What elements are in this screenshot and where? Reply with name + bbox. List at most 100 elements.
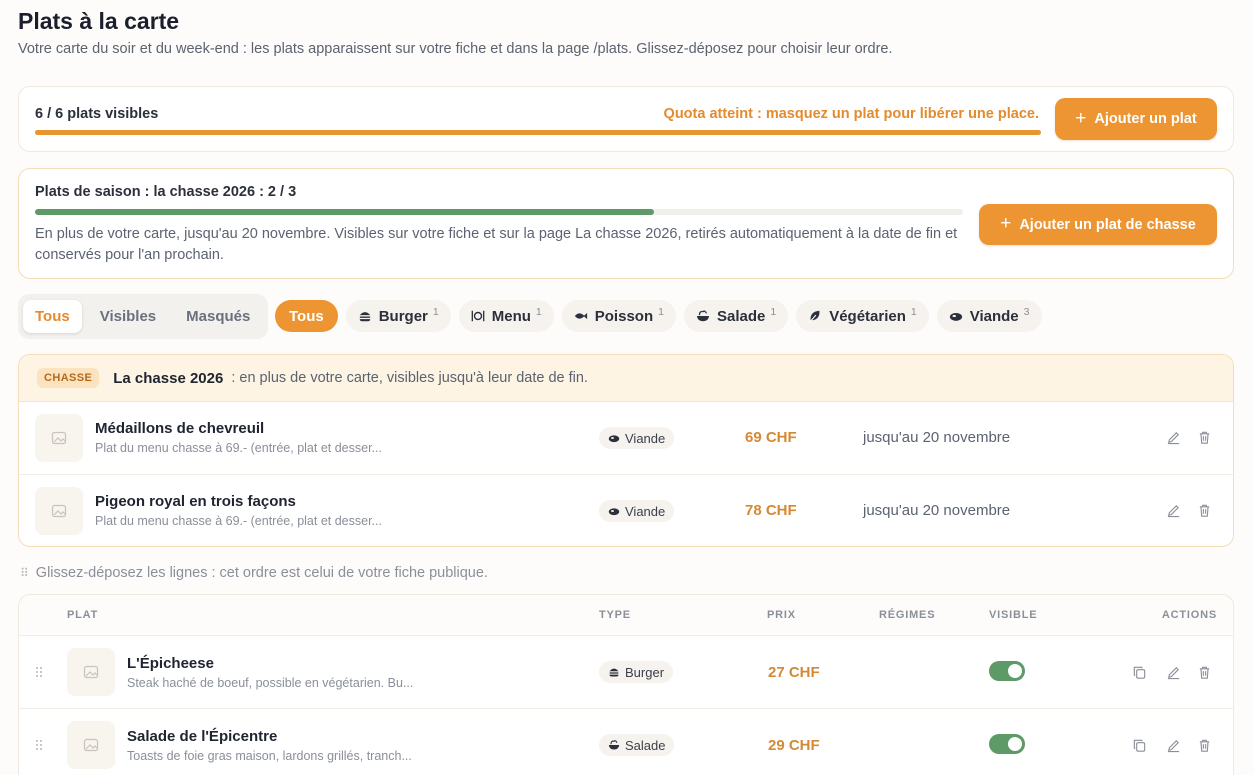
visible-toggle[interactable] [989,661,1025,681]
plate-cutlery-icon [471,310,485,322]
dish-type-pill: Salade [599,734,675,756]
drag-handle-icon: ⠿ [20,566,29,580]
dish-price: 27 CHF [768,664,820,681]
chip-label: Tous [289,307,324,325]
dish-thumbnail [67,721,115,769]
season-title: Plats de saison : la chasse 2026 : 2 / 3 [35,184,297,200]
category-chip-menu[interactable]: Menu 1 [458,300,554,332]
visibility-filter-all[interactable]: Tous [23,300,82,333]
column-header-type: TYPE [599,609,631,621]
dish-type: Burger [625,664,665,680]
dish-price: 29 CHF [768,737,820,754]
chip-count: 1 [770,306,777,318]
chip-label: Viande [969,307,1019,325]
hunt-section-name: La chasse 2026 [113,369,224,387]
salad-icon [608,740,620,750]
chip-count: 1 [432,306,439,318]
duplicate-icon[interactable] [1131,664,1147,680]
dish-end-date: jusqu'au 20 novembre [863,502,1011,519]
hunt-section-header: CHASSE La chasse 2026 : en plus de votre… [19,355,1233,402]
category-chip-all[interactable]: Tous [275,300,338,332]
quota-progress-fill [35,130,1041,135]
quota-warning: Quota atteint : masquez un plat pour lib… [663,106,1039,122]
drag-hint: ⠿ Glissez-déposez les lignes : cet ordre… [20,565,488,581]
image-placeholder-icon [51,504,67,518]
image-placeholder-icon [83,665,99,679]
category-chip-salade[interactable]: Salade 1 [683,300,789,332]
dish-name: L'Épicheese [127,655,214,672]
image-placeholder-icon [51,431,67,445]
edit-icon[interactable] [1165,502,1181,518]
burger-icon [359,312,370,322]
burger-icon [609,668,619,677]
chip-label: Poisson [594,307,654,325]
quota-progress-bar [35,130,1041,135]
column-header-regimes: RÉGIMES [879,609,936,621]
meat-icon [608,508,620,516]
chip-count: 1 [658,306,664,318]
edit-icon[interactable] [1165,429,1181,445]
plus-icon: + [1075,107,1087,129]
visibility-filter-hidden[interactable]: Masqués [174,300,262,333]
season-description: En plus de votre carte, jusqu'au 20 nove… [35,226,958,263]
table-row[interactable]: Salade de l'Épicentre Toasts de foie gra… [19,709,1233,775]
hunt-dish-row: Pigeon royal en trois façons Plat du men… [19,475,1233,546]
hunt-section: CHASSE La chasse 2026 : en plus de votre… [18,354,1234,547]
dish-type-pill: Viande [599,500,675,522]
dish-name: Salade de l'Épicentre [127,728,278,745]
edit-icon[interactable] [1165,737,1181,753]
dish-thumbnail [67,648,115,696]
category-chip-burger[interactable]: Burger 1 [345,300,451,332]
dish-description: Plat du menu chasse à 69.- (entrée, plat… [95,514,382,528]
page-subtitle: Votre carte du soir et du week-end : les… [18,41,893,57]
category-chip-poisson[interactable]: Poisson 1 [561,300,676,332]
add-hunt-dish-button[interactable]: + Ajouter un plat de chasse [979,204,1217,245]
drag-handle-icon[interactable] [35,739,43,751]
column-header-plat: PLAT [67,609,99,621]
add-dish-button[interactable]: + Ajouter un plat [1055,98,1217,140]
visible-toggle[interactable] [989,734,1025,754]
dish-type: Viande [625,503,666,519]
category-chip-vegetarien[interactable]: Végétarien 1 [796,300,929,332]
meat-icon [608,435,620,443]
meat-icon [949,312,962,321]
quota-count: 6 / 6 plats visibles [35,106,159,122]
visibility-filter-visible[interactable]: Visibles [88,300,168,333]
dish-thumbnail [35,414,83,462]
quota-card: 6 / 6 plats visibles Quota atteint : mas… [18,86,1234,152]
chip-label: Burger [378,307,428,325]
leaf-icon [809,310,820,323]
edit-icon[interactable] [1165,664,1181,680]
salad-icon [696,310,710,322]
column-header-visible: VISIBLE [989,609,1038,621]
chip-count: 1 [910,306,917,318]
page-title: Plats à la carte [18,8,180,34]
dish-name: Pigeon royal en trois façons [95,493,296,510]
column-header-actions: ACTIONS [1161,609,1217,621]
dish-price: 69 CHF [745,429,797,446]
drag-handle-icon[interactable] [35,666,43,678]
dish-type-pill: Burger [599,661,674,683]
dish-type: Salade [625,737,666,753]
category-chip-viande[interactable]: Viande 3 [936,300,1042,332]
add-hunt-dish-button-label: Ajouter un plat de chasse [1019,216,1196,233]
trash-icon[interactable] [1196,737,1212,753]
category-filter: Tous Burger 1 Menu 1 Poisson 1 Salade 1 … [275,300,1042,332]
trash-icon[interactable] [1196,664,1212,680]
hunt-section-note: : en plus de votre carte, visibles jusqu… [231,370,588,386]
trash-icon[interactable] [1196,502,1212,518]
dish-description: Steak haché de boeuf, possible en végéta… [127,676,414,690]
season-progress-fill [35,209,654,215]
add-dish-button-label: Ajouter un plat [1094,111,1197,127]
duplicate-icon[interactable] [1131,737,1147,753]
season-card: Plats de saison : la chasse 2026 : 2 / 3… [18,168,1234,279]
column-header-prix: PRIX [767,609,796,621]
trash-icon[interactable] [1196,429,1212,445]
season-progress-bar [35,209,963,215]
dishes-table: PLAT TYPE PRIX RÉGIMES VISIBLE ACTIONS L… [18,594,1234,775]
drag-hint-text: Glissez-déposez les lignes : cet ordre e… [35,565,488,581]
table-row[interactable]: L'Épicheese Steak haché de boeuf, possib… [19,636,1233,709]
table-header: PLAT TYPE PRIX RÉGIMES VISIBLE ACTIONS [19,595,1233,636]
dish-description: Plat du menu chasse à 69.- (entrée, plat… [95,441,382,455]
dish-type: Viande [625,430,666,446]
